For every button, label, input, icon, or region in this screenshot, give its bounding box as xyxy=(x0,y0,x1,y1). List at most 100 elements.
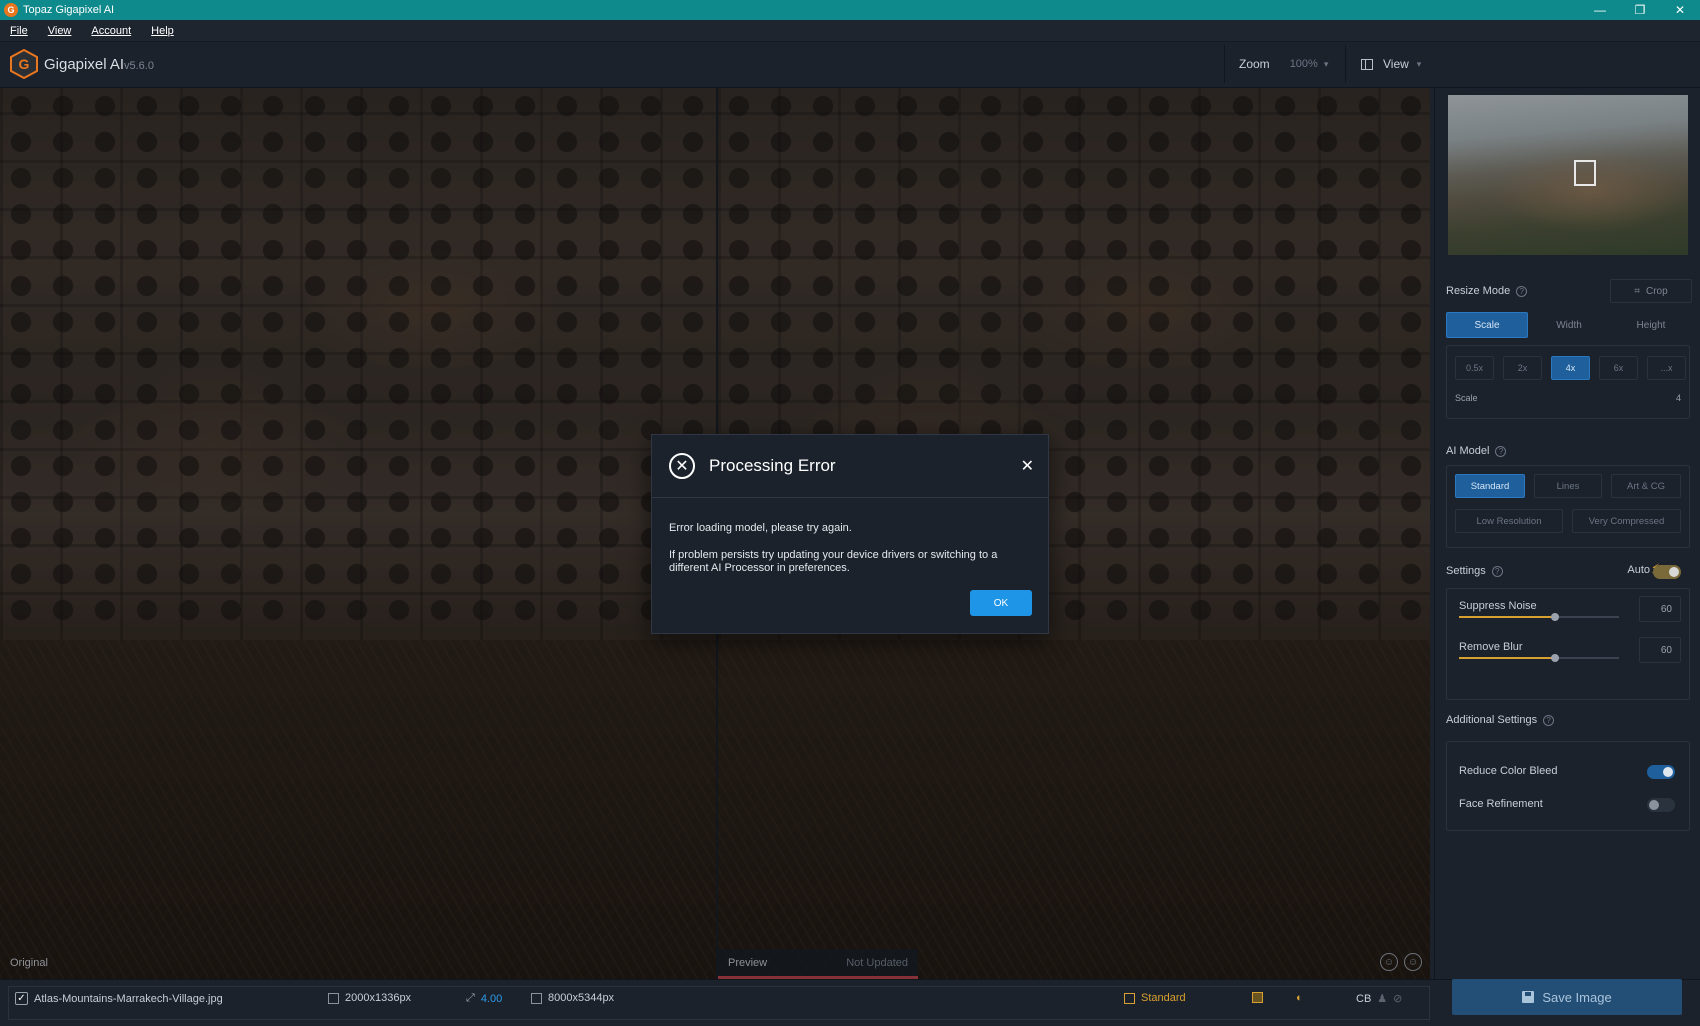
menu-file[interactable]: File xyxy=(0,25,38,37)
file-item: ✓ Atlas-Mountains-Marrakech-Village.jpg xyxy=(15,992,223,1005)
save-disk-icon xyxy=(1522,991,1535,1003)
dialog-hint: If problem persists try updating your de… xyxy=(669,549,998,574)
zoom-value: 100% xyxy=(1289,58,1318,70)
model-lines-button[interactable]: Lines xyxy=(1534,474,1602,498)
toggle-knob xyxy=(1649,800,1659,810)
menu-help[interactable]: Help xyxy=(141,25,184,37)
disabled-icon: ⊘ xyxy=(1393,993,1403,1005)
slider-fill xyxy=(1459,616,1555,618)
scale-4x-button[interactable]: 4x xyxy=(1551,356,1590,380)
ai-model-panel: Standard Lines Art & CG Low Resolution V… xyxy=(1446,465,1690,548)
auto-toggle[interactable] xyxy=(1653,565,1681,579)
auto-label: Auto xyxy=(1627,564,1650,576)
additional-settings-label: Additional Settings xyxy=(1446,714,1538,726)
scale-0-5x-button[interactable]: 0.5x xyxy=(1455,356,1494,380)
output-size-item: 8000x5344px xyxy=(531,992,614,1004)
help-icon[interactable]: ? xyxy=(1491,565,1503,577)
tab-scale[interactable]: Scale xyxy=(1446,312,1528,338)
app-logo-icon: G xyxy=(4,3,18,17)
scale-label: Scale xyxy=(1455,393,1478,403)
window-controls: — ❐ ✕ xyxy=(1580,0,1700,20)
dialog-title: Processing Error xyxy=(709,456,836,475)
suppress-noise-label: Suppress Noise xyxy=(1459,600,1537,612)
window-title: Topaz Gigapixel AI xyxy=(23,4,115,16)
zoom-dropdown[interactable]: Zoom 100% ▾ xyxy=(1224,45,1338,83)
crop-button[interactable]: ⌗ Crop xyxy=(1610,279,1692,303)
tab-height[interactable]: Height xyxy=(1610,312,1692,338)
slider-thumb[interactable] xyxy=(1551,613,1559,621)
navigator-viewport-box[interactable] xyxy=(1574,160,1596,186)
save-label: Save Image xyxy=(1542,989,1612,1005)
maximize-button[interactable]: ❐ xyxy=(1620,0,1660,20)
input-size: 2000x1336px xyxy=(345,992,412,1004)
minimize-button[interactable]: — xyxy=(1580,0,1620,20)
model-low-resolution-button[interactable]: Low Resolution xyxy=(1455,509,1563,533)
scale-options: 0.5x 2x 4x 6x ...x xyxy=(1455,356,1686,380)
scale-readout: Scale 4 xyxy=(1455,393,1681,403)
navigator-thumbnail[interactable] xyxy=(1448,95,1688,255)
scale-6x-button[interactable]: 6x xyxy=(1599,356,1638,380)
resize-mode-label: Resize Mode xyxy=(1446,285,1511,297)
suppress-noise-slider[interactable] xyxy=(1459,613,1619,621)
remove-blur-value[interactable]: 60 xyxy=(1639,637,1681,663)
noise-icon xyxy=(1252,992,1263,1003)
scale-panel: 0.5x 2x 4x 6x ...x Scale 4 xyxy=(1446,345,1690,419)
svg-text:G: G xyxy=(19,56,30,72)
title-bar: G Topaz Gigapixel AI — ❐ ✕ xyxy=(0,0,1700,20)
model-name: Standard xyxy=(1141,992,1186,1004)
menu-view[interactable]: View xyxy=(38,25,82,37)
model-art-cg-button[interactable]: Art & CG xyxy=(1611,474,1681,498)
scale-value: 4 xyxy=(1675,393,1681,403)
tab-width[interactable]: Width xyxy=(1528,312,1610,338)
additional-settings-panel: Reduce Color Bleed Face Refinement xyxy=(1446,741,1690,831)
reduce-color-bleed-label: Reduce Color Bleed xyxy=(1459,765,1558,777)
expand-icon: ⤢ xyxy=(466,992,475,1004)
settings-panel: Suppress Noise 60 Remove Blur 60 xyxy=(1446,588,1690,700)
model-icon xyxy=(1124,992,1135,1004)
processing-error-dialog: ✕ Processing Error ✕ Error loading model… xyxy=(651,434,1049,634)
resize-mode-heading: Resize Mode ? xyxy=(1446,285,1528,297)
reduce-color-bleed-toggle[interactable] xyxy=(1647,765,1675,779)
help-icon[interactable]: ? xyxy=(1543,714,1555,726)
chevron-down-icon: ▾ xyxy=(1323,58,1329,69)
app-version: v5.6.0 xyxy=(124,60,154,72)
blur-icon: ◐ xyxy=(1296,992,1303,1004)
face-refinement-label: Face Refinement xyxy=(1459,798,1543,810)
help-icon[interactable]: ? xyxy=(1516,285,1528,297)
slider-fill xyxy=(1459,657,1555,659)
dialog-close-icon[interactable]: ✕ xyxy=(1021,456,1034,476)
additional-settings-heading: Additional Settings ? xyxy=(1446,714,1555,726)
ai-model-heading: AI Model ? xyxy=(1446,445,1507,457)
help-icon[interactable]: ? xyxy=(1495,445,1507,457)
toggle-knob xyxy=(1669,567,1679,577)
noise-item xyxy=(1252,992,1263,1003)
model-very-compressed-button[interactable]: Very Compressed xyxy=(1572,509,1681,533)
scale-2x-button[interactable]: 2x xyxy=(1503,356,1542,380)
file-name: Atlas-Mountains-Marrakech-Village.jpg xyxy=(34,992,223,1005)
model-item: Standard xyxy=(1124,992,1186,1004)
output-size: 8000x5344px xyxy=(548,992,615,1004)
scale-custom-button[interactable]: ...x xyxy=(1647,356,1686,380)
remove-blur-label: Remove Blur xyxy=(1459,641,1523,653)
face-refinement-toggle[interactable] xyxy=(1647,798,1675,812)
slider-thumb[interactable] xyxy=(1551,654,1559,662)
file-checkbox[interactable]: ✓ xyxy=(15,992,28,1005)
save-image-button[interactable]: Save Image xyxy=(1452,979,1682,1015)
face-refine-icon: ♟ xyxy=(1377,993,1388,1005)
blur-item: ◐ xyxy=(1296,992,1303,1004)
bottom-bar: ✓ Atlas-Mountains-Marrakech-Village.jpg … xyxy=(0,979,1700,1026)
settings-label: Settings xyxy=(1446,565,1486,577)
view-dropdown[interactable]: View ▾ xyxy=(1345,45,1435,83)
crop-icon: ⌗ xyxy=(1634,285,1640,297)
close-window-button[interactable]: ✕ xyxy=(1660,0,1700,20)
menu-account[interactable]: Account xyxy=(81,25,141,37)
gigapixel-logo-icon: G xyxy=(10,49,38,79)
model-standard-button[interactable]: Standard xyxy=(1455,474,1525,498)
remove-blur-slider[interactable] xyxy=(1459,654,1619,662)
output-size-icon xyxy=(531,992,542,1004)
dialog-header: ✕ Processing Error ✕ xyxy=(652,435,1048,498)
suppress-noise-value[interactable]: 60 xyxy=(1639,596,1681,622)
scale-item: ⤢ 4.00 xyxy=(466,992,502,1005)
settings-heading: Settings ? xyxy=(1446,565,1503,577)
ok-button[interactable]: OK xyxy=(970,590,1032,616)
